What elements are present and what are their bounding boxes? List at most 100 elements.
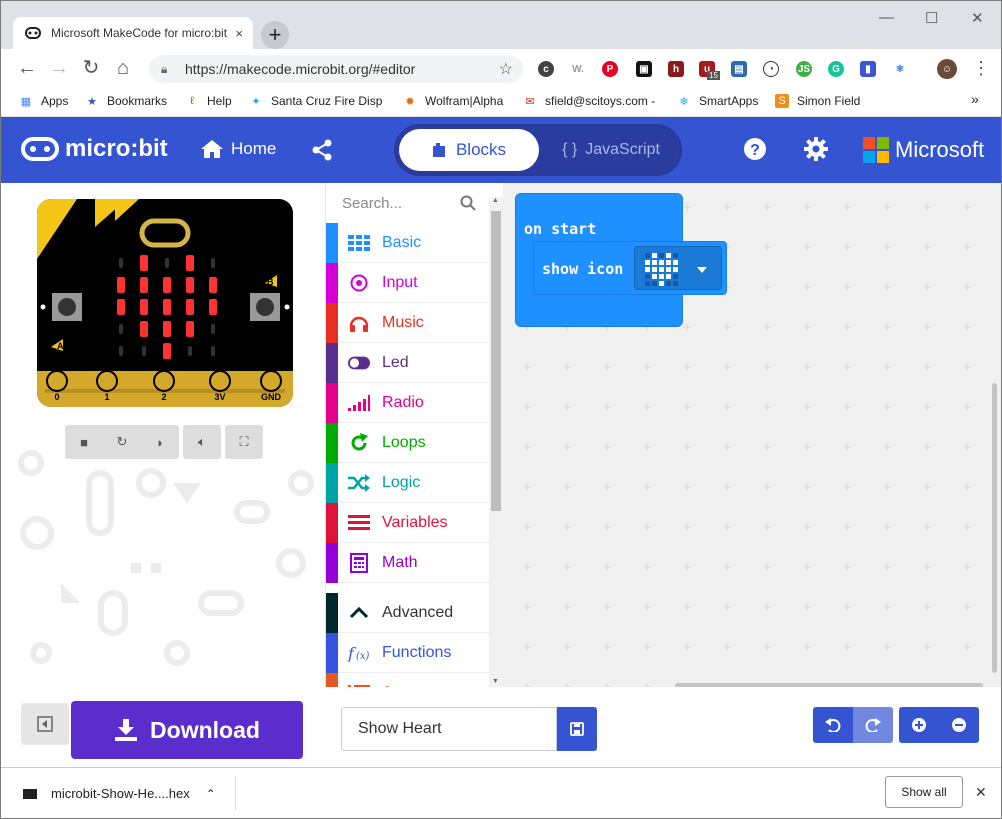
profile-avatar[interactable]: ☺ [937, 59, 957, 79]
category-music[interactable]: Music [326, 303, 503, 343]
close-window-button[interactable]: ✕ [971, 9, 984, 27]
scroll-down-icon[interactable]: ▼ [492, 678, 499, 685]
category-color-bar [326, 503, 338, 543]
address-bar[interactable]: 🔒︎ https://makecode.microbit.org/#editor… [149, 55, 523, 83]
save-button[interactable] [557, 707, 597, 751]
category-color-bar [326, 383, 338, 423]
zoom-out-button[interactable] [939, 707, 979, 743]
led [163, 343, 171, 359]
category-advanced[interactable]: Advanced [326, 593, 503, 633]
extension-bar-icon[interactable]: ▮ [860, 61, 876, 77]
back-arrow-icon[interactable]: ← [15, 57, 39, 79]
extension-js-icon[interactable]: JS [796, 61, 812, 77]
bookmark-santa-cruz[interactable]: ✦ Santa Cruz Fire Disp [249, 94, 382, 108]
settings-gear-icon[interactable] [804, 137, 828, 166]
download-file-name: microbit-Show-He....hex [51, 786, 190, 801]
toolbox-search[interactable]: Search... [326, 183, 503, 223]
show-icon-block[interactable]: show icon [533, 241, 727, 295]
icon-picker-dropdown[interactable] [634, 246, 722, 290]
home-button[interactable]: Home [201, 139, 276, 159]
minimize-button[interactable]: — [879, 9, 894, 26]
browser-tab[interactable]: Microsoft MakeCode for micro:bit × [13, 17, 253, 49]
category-led[interactable]: Led [326, 343, 503, 383]
category-arrays[interactable]: Arrays [326, 673, 503, 687]
fullscreen-icon[interactable]: ⛶ [225, 425, 263, 459]
category-math[interactable]: Math [326, 543, 503, 583]
stop-icon[interactable]: ■ [65, 425, 103, 459]
project-name-input[interactable]: Show Heart [341, 707, 557, 751]
bookmark-apps[interactable]: ▦ Apps [19, 94, 69, 108]
bookmark-simon-field[interactable]: S Simon Field [775, 94, 860, 108]
zoom-in-button[interactable] [899, 707, 939, 743]
led [186, 299, 194, 315]
bookmark-star-icon[interactable]: ☆ [499, 59, 513, 79]
download-button[interactable]: Download [71, 701, 303, 759]
speed-icon[interactable]: ◔ [763, 61, 779, 77]
led [209, 299, 217, 315]
mini-led [673, 267, 678, 272]
category-input[interactable]: Input [326, 263, 503, 303]
slow-mo-icon[interactable]: ◗ [141, 425, 179, 459]
toolbox-scrollbar-thumb[interactable] [491, 211, 501, 511]
bookmark-wolfram[interactable]: ✹ Wolfram|Alpha [403, 94, 503, 108]
javascript-tab[interactable]: { } JavaScript [546, 129, 676, 171]
category-radio[interactable]: Radio [326, 383, 503, 423]
extension-w-icon[interactable]: W. [570, 61, 586, 77]
button-a-label: A [57, 341, 64, 351]
grammarly-icon[interactable]: G [828, 61, 844, 77]
category-label: Music [382, 314, 424, 331]
category-color-bar [326, 463, 338, 503]
restart-icon[interactable]: ↻ [103, 425, 141, 459]
category-basic[interactable]: Basic [326, 223, 503, 263]
extension-lock-icon[interactable]: ▣ [636, 61, 652, 77]
toolbox: Search... Basic Input Music Led Radio Loops Lo… [325, 183, 503, 687]
category-variables[interactable]: Variables [326, 503, 503, 543]
collapse-simulator-button[interactable] [21, 703, 69, 745]
led [119, 346, 123, 356]
workspace-vertical-scrollbar[interactable] [992, 383, 997, 673]
category-functions[interactable]: f (x) Functions [326, 633, 503, 673]
category-logic[interactable]: Logic [326, 463, 503, 503]
reload-icon[interactable]: ↻ [79, 57, 103, 79]
menu-kebab-icon[interactable]: ⋮ [969, 57, 993, 79]
mini-led [673, 281, 678, 286]
new-tab-button[interactable]: + [261, 21, 289, 49]
mini-led [666, 274, 671, 279]
forward-arrow-icon[interactable]: → [47, 57, 71, 79]
bookmark-help[interactable]: ℓ Help [185, 94, 231, 108]
bookmark-bookmarks[interactable]: ★ Bookmarks [85, 94, 167, 108]
undo-button[interactable] [813, 707, 853, 743]
blocks-workspace[interactable]: on start show icon [503, 183, 1001, 687]
react-icon[interactable]: ⚛ [892, 61, 908, 77]
extension-c-icon[interactable]: c [538, 61, 554, 77]
apps-grid-icon: ▦ [20, 95, 32, 108]
tab-close-icon[interactable]: × [235, 26, 243, 41]
bookmark-smartapps[interactable]: ❄ SmartApps [677, 94, 758, 108]
toolbox-scrollbar[interactable]: ▲ ▼ [489, 197, 503, 687]
help-circle-icon[interactable]: ? [743, 137, 767, 166]
mute-icon[interactable]: 🔈︎ [183, 425, 221, 459]
extension-h-icon[interactable]: h [668, 61, 684, 77]
help-icon: ℓ [190, 95, 194, 107]
mini-led [673, 260, 678, 265]
bookmarks-overflow-icon[interactable]: » [971, 91, 979, 107]
pinterest-icon[interactable]: P [602, 61, 618, 77]
bookmark-email[interactable]: ✉ sfield@scitoys.com - [523, 94, 655, 108]
blocks-tab[interactable]: Blocks [399, 129, 539, 171]
category-loops[interactable]: Loops [326, 423, 503, 463]
search-input[interactable]: Search... [342, 195, 402, 212]
maximize-button[interactable]: ☐ [925, 9, 938, 27]
scroll-up-icon[interactable]: ▲ [492, 197, 499, 204]
home-page-icon[interactable]: ⌂ [111, 57, 135, 79]
download-options-chevron-icon[interactable]: ⌃ [206, 787, 216, 801]
category-color-bar [326, 543, 338, 583]
microbit-logo[interactable]: micro:bit [21, 135, 168, 163]
download-item[interactable]: microbit-Show-He....hex ⌃ [23, 786, 216, 801]
microsoft-logo[interactable]: Microsoft [863, 137, 984, 163]
extension-box-icon[interactable]: ▤ [731, 61, 747, 77]
redo-button[interactable] [853, 707, 893, 743]
show-all-button[interactable]: Show all [885, 776, 963, 808]
close-shelf-icon[interactable]: ✕ [975, 784, 987, 801]
share-icon[interactable] [311, 139, 333, 166]
zoom-out-icon [952, 718, 966, 732]
